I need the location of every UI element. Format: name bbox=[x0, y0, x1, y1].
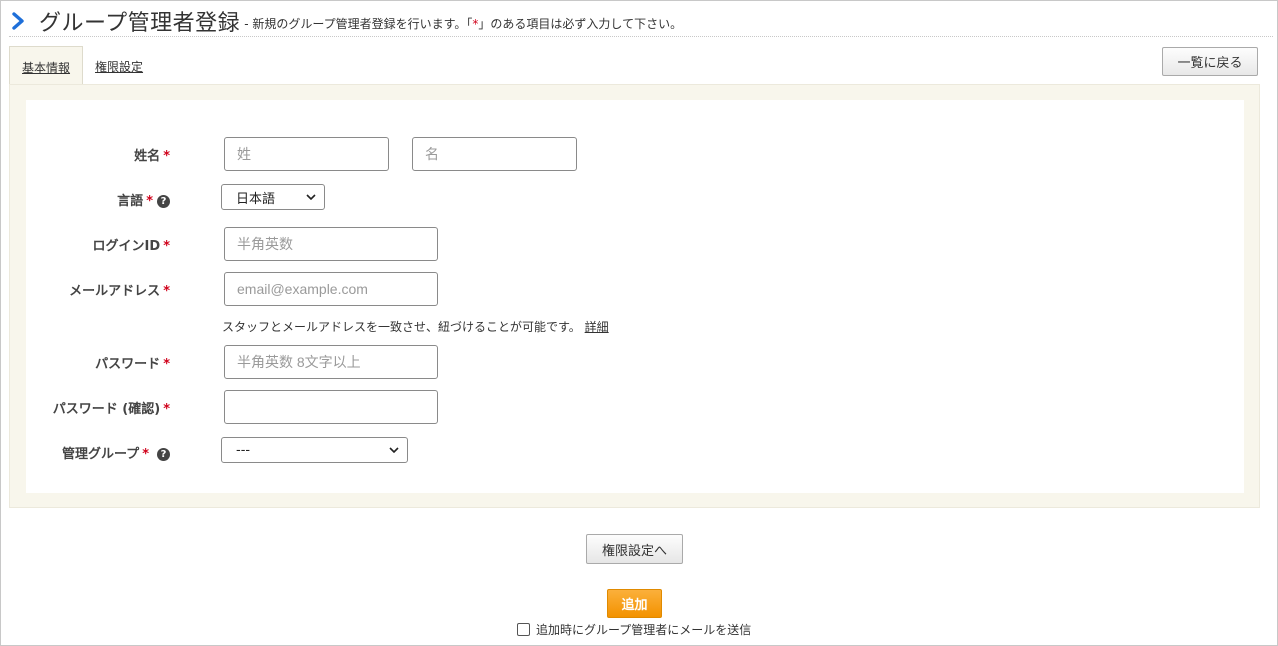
form-body: 姓名* 言語*? 日本語 ログインID* メールアドレス* スタッフとメールアド… bbox=[26, 100, 1244, 493]
first-name-input[interactable] bbox=[412, 137, 577, 171]
email-input[interactable] bbox=[224, 272, 438, 306]
chevron-down-icon bbox=[389, 445, 399, 455]
name-label: 姓名 * bbox=[134, 149, 170, 164]
tab-permission-settings[interactable]: 権限設定 bbox=[83, 46, 155, 84]
page-frame: グループ管理者登録 - 新規のグループ管理者登録を行います。「*」のある項目は必… bbox=[0, 0, 1278, 646]
send-mail-option: 追加時にグループ管理者にメールを送信 bbox=[517, 621, 751, 637]
tab-basic-info[interactable]: 基本情報 bbox=[9, 46, 84, 85]
to-permission-settings-button[interactable]: 権限設定へ bbox=[586, 534, 683, 564]
help-icon[interactable]: ? bbox=[157, 195, 170, 208]
send-mail-checkbox[interactable] bbox=[517, 622, 530, 636]
last-name-input[interactable] bbox=[224, 137, 389, 171]
tab-bar: 基本情報 権限設定 bbox=[9, 46, 155, 85]
form-panel: 姓名* 言語*? 日本語 ログインID* メールアドレス* スタッフとメールアド… bbox=[9, 84, 1260, 508]
password-confirm-input[interactable] bbox=[224, 390, 438, 424]
email-note: スタッフとメールアドレスを一致させ、紐づけることが可能です。 詳細 bbox=[222, 320, 609, 334]
page-subtitle: - 新規のグループ管理者登録を行います。「*」のある項目は必ず入力して下さい。 bbox=[244, 17, 683, 31]
group-label: 管理グループ *? bbox=[62, 443, 170, 462]
details-link[interactable]: 詳細 bbox=[585, 320, 609, 334]
page-header: グループ管理者登録 - 新規のグループ管理者登録を行います。「*」のある項目は必… bbox=[9, 5, 1273, 37]
chevron-down-icon bbox=[306, 192, 316, 202]
language-label: 言語 *? bbox=[117, 190, 170, 209]
language-select[interactable]: 日本語 bbox=[221, 184, 325, 210]
email-label: メールアドレス * bbox=[69, 284, 170, 299]
password-confirm-label: パスワード (確認) * bbox=[52, 402, 170, 417]
password-input[interactable] bbox=[224, 345, 438, 379]
add-button[interactable]: 追加 bbox=[607, 589, 662, 618]
back-to-list-button[interactable]: 一覧に戻る bbox=[1162, 47, 1258, 76]
chevron-right-icon bbox=[11, 11, 29, 30]
password-label: パスワード * bbox=[95, 357, 170, 372]
login-id-label: ログインID * bbox=[92, 239, 170, 254]
login-id-input[interactable] bbox=[224, 227, 438, 261]
group-select[interactable]: --- bbox=[221, 437, 408, 463]
send-mail-label[interactable]: 追加時にグループ管理者にメールを送信 bbox=[536, 621, 751, 638]
help-icon[interactable]: ? bbox=[157, 448, 170, 461]
page-title: グループ管理者登録 bbox=[39, 10, 241, 36]
